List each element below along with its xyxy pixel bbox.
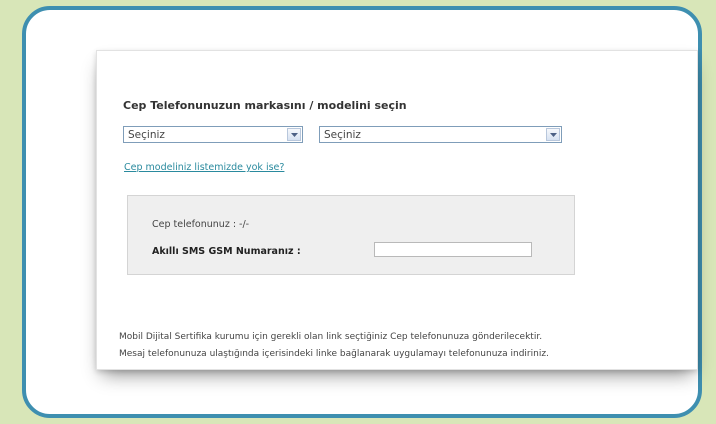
model-select-value: Seçiniz bbox=[324, 128, 361, 141]
info-line: Mesaj telefonunuza ulaştığında içerisind… bbox=[119, 349, 549, 359]
info-text: Mobil Dijital Sertifika kurumu için gere… bbox=[119, 329, 689, 363]
chevron-down-icon[interactable] bbox=[546, 128, 560, 141]
phone-info-panel: Cep telefonunuz : -/- Akıllı SMS GSM Num… bbox=[127, 195, 575, 275]
missing-model-link[interactable]: Cep modeliniz listemizde yok ise? bbox=[124, 162, 284, 173]
brand-select[interactable]: Seçiniz bbox=[123, 126, 303, 143]
info-line: Mobil Dijital Sertifika kurumu için gere… bbox=[119, 332, 543, 342]
gsm-number-label: Akıllı SMS GSM Numaranız : bbox=[152, 246, 301, 257]
frame: Cep Telefonunuzun markasını / modelini s… bbox=[22, 6, 702, 418]
phone-label: Cep telefonunuz : -/- bbox=[152, 219, 250, 230]
form-title: Cep Telefonunuzun markasını / modelini s… bbox=[123, 99, 407, 112]
form-card: Cep Telefonunuzun markasını / modelini s… bbox=[96, 50, 698, 370]
gsm-number-input[interactable] bbox=[374, 242, 532, 257]
brand-select-value: Seçiniz bbox=[128, 128, 165, 141]
model-select[interactable]: Seçiniz bbox=[319, 126, 562, 143]
chevron-down-icon[interactable] bbox=[287, 128, 301, 141]
